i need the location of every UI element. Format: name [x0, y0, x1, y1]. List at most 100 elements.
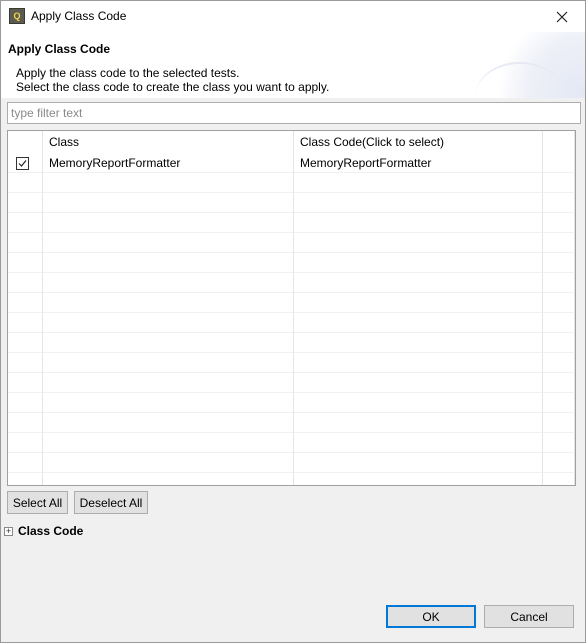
- table-row: [8, 273, 575, 293]
- row-class-code-cell: [294, 313, 543, 333]
- row-filler-cell: [543, 393, 575, 413]
- row-check-cell: [8, 333, 43, 353]
- row-class-cell: [43, 193, 294, 213]
- row-filler-cell: [543, 413, 575, 433]
- table-row[interactable]: MemoryReportFormatter MemoryReportFormatt…: [8, 153, 575, 173]
- row-check-cell: [8, 173, 43, 193]
- row-check-cell: [8, 253, 43, 273]
- row-filler-cell: [543, 193, 575, 213]
- class-table: Class Class Code(Click to select) Memory…: [7, 130, 576, 486]
- ok-button[interactable]: OK: [386, 605, 476, 628]
- deselect-all-button[interactable]: Deselect All: [74, 491, 148, 514]
- table-row: [8, 453, 575, 473]
- window-title: Apply Class Code: [31, 9, 127, 23]
- row-filler-cell: [543, 213, 575, 233]
- app-logo-icon: Q: [9, 8, 25, 24]
- table-row: [8, 253, 575, 273]
- row-check-cell: [8, 293, 43, 313]
- row-check-cell: [8, 353, 43, 373]
- column-header-filler: [543, 131, 575, 153]
- row-class-code-cell: [294, 233, 543, 253]
- row-check-cell: [8, 213, 43, 233]
- row-class-cell: [43, 213, 294, 233]
- row-check-cell: [8, 393, 43, 413]
- column-header-class[interactable]: Class: [43, 131, 294, 153]
- close-icon: [556, 11, 568, 22]
- row-filler-cell: [543, 333, 575, 353]
- row-class-code-cell[interactable]: MemoryReportFormatter: [294, 153, 543, 173]
- row-filler-cell: [543, 453, 575, 473]
- row-class-code-cell: [294, 333, 543, 353]
- header-title: Apply Class Code: [8, 42, 111, 56]
- row-class-cell: [43, 333, 294, 353]
- row-class-code-cell: [294, 453, 543, 473]
- row-filler-cell: [543, 173, 575, 193]
- column-header-class-code[interactable]: Class Code(Click to select): [294, 131, 543, 153]
- table-row: [8, 173, 575, 193]
- row-check-cell: [8, 153, 43, 173]
- class-code-section-label[interactable]: Class Code: [18, 524, 83, 538]
- app-logo-text: Q: [13, 10, 21, 21]
- expand-glyph: +: [5, 526, 12, 536]
- row-class-cell: [43, 473, 294, 485]
- table-row: [8, 333, 575, 353]
- row-check-cell: [8, 413, 43, 433]
- expand-icon[interactable]: +: [4, 527, 13, 536]
- row-class-cell: [43, 293, 294, 313]
- row-class-code-cell: [294, 193, 543, 213]
- table-row: [8, 233, 575, 253]
- row-check-cell: [8, 273, 43, 293]
- row-filler-cell: [543, 313, 575, 333]
- row-class-cell: [43, 433, 294, 453]
- cancel-button[interactable]: Cancel: [484, 605, 574, 628]
- row-check-cell: [8, 453, 43, 473]
- table-row: [8, 393, 575, 413]
- row-class-cell: [43, 173, 294, 193]
- table-row: [8, 413, 575, 433]
- row-filler-cell: [543, 433, 575, 453]
- table-row: [8, 213, 575, 233]
- row-class-cell: [43, 393, 294, 413]
- header-description-line1: Apply the class code to the selected tes…: [16, 66, 240, 80]
- row-class-code-cell: [294, 173, 543, 193]
- row-check-cell: [8, 473, 43, 485]
- row-filler-cell: [543, 373, 575, 393]
- row-class-code-cell: [294, 273, 543, 293]
- row-class-cell: [43, 413, 294, 433]
- table-row: [8, 373, 575, 393]
- row-class-cell: [43, 233, 294, 253]
- title-bar: Q Apply Class Code: [1, 1, 585, 32]
- row-class-cell: [43, 373, 294, 393]
- table-row: [8, 293, 575, 313]
- row-check-cell: [8, 313, 43, 333]
- row-class-cell: [43, 313, 294, 333]
- checkbox-checked-icon[interactable]: [16, 157, 29, 170]
- row-class-code-cell: [294, 213, 543, 233]
- row-check-cell: [8, 373, 43, 393]
- header-description-line2: Select the class code to create the clas…: [16, 80, 330, 94]
- row-filler-cell: [543, 473, 575, 485]
- row-filler-cell: [543, 253, 575, 273]
- row-class-code-cell: [294, 253, 543, 273]
- row-filler-cell: [543, 233, 575, 253]
- row-filler-cell: [543, 273, 575, 293]
- row-filler-cell: [543, 353, 575, 373]
- row-check-cell: [8, 233, 43, 253]
- table-header: Class Class Code(Click to select): [8, 131, 575, 153]
- row-class-cell: [43, 253, 294, 273]
- header-description: Apply the class code to the selected tes…: [16, 66, 329, 94]
- select-all-button[interactable]: Select All: [7, 491, 68, 514]
- row-filler-cell: [543, 153, 575, 173]
- row-class-code-cell: [294, 413, 543, 433]
- column-header-check[interactable]: [8, 131, 43, 153]
- row-class-cell: [43, 453, 294, 473]
- row-class-code-cell: [294, 373, 543, 393]
- filter-input[interactable]: [7, 102, 581, 124]
- row-filler-cell: [543, 293, 575, 313]
- table-row: [8, 313, 575, 333]
- row-class-code-cell: [294, 473, 543, 485]
- row-class-code-cell: [294, 293, 543, 313]
- row-check-cell: [8, 193, 43, 213]
- dialog-header: Apply Class Code Apply the class code to…: [1, 32, 585, 98]
- close-button[interactable]: [539, 1, 585, 32]
